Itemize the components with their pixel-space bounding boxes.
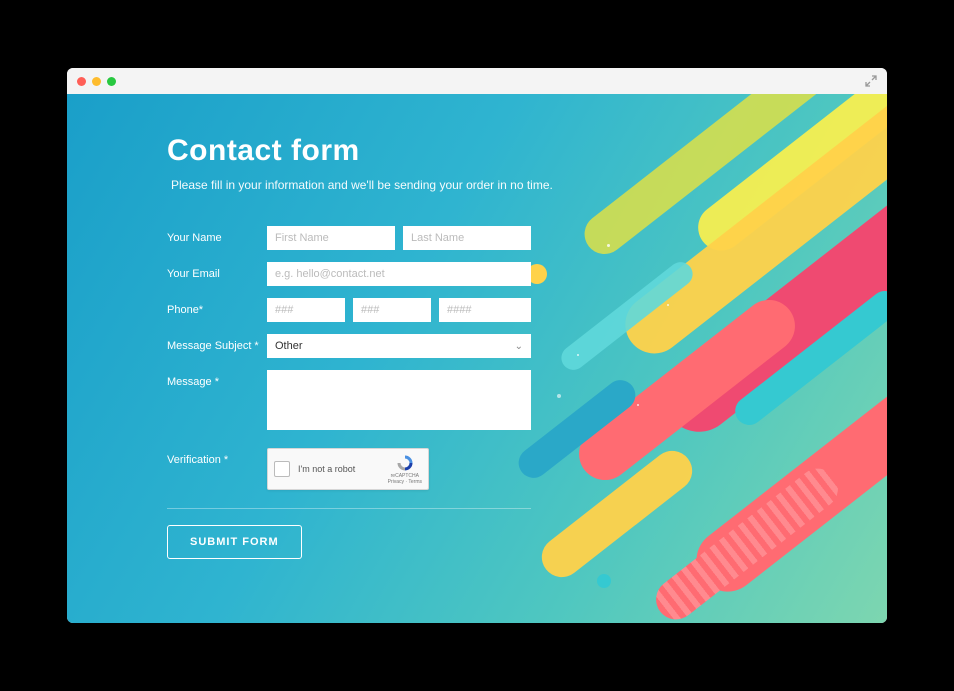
window-titlebar [67, 68, 887, 94]
recaptcha-badge: reCAPTCHA Privacy · Terms [388, 454, 422, 485]
subject-selected-value: Other [275, 340, 303, 352]
minimize-window-dot[interactable] [92, 77, 101, 86]
row-phone: Phone* [167, 298, 627, 322]
label-email: Your Email [167, 262, 267, 280]
expand-icon[interactable] [865, 75, 877, 87]
row-message: Message * [167, 370, 627, 430]
message-textarea[interactable] [267, 370, 531, 430]
contact-form: Contact form Please fill in your informa… [67, 94, 627, 559]
first-name-input[interactable] [267, 226, 395, 250]
recaptcha-text: I'm not a robot [298, 464, 380, 474]
label-message: Message * [167, 370, 267, 388]
label-name: Your Name [167, 226, 267, 244]
phone-line-input[interactable] [439, 298, 531, 322]
browser-window: Contact form Please fill in your informa… [67, 68, 887, 623]
submit-button[interactable]: SUBMIT FORM [167, 525, 302, 559]
page-subtitle: Please fill in your information and we'l… [167, 178, 627, 192]
traffic-lights [77, 77, 116, 86]
maximize-window-dot[interactable] [107, 77, 116, 86]
phone-area-input[interactable] [267, 298, 345, 322]
phone-prefix-input[interactable] [353, 298, 431, 322]
recaptcha-icon [396, 454, 414, 472]
page-title: Contact form [167, 134, 627, 168]
chevron-down-icon: ⌄ [515, 341, 523, 352]
label-subject: Message Subject * [167, 334, 267, 352]
close-window-dot[interactable] [77, 77, 86, 86]
subject-select[interactable]: Other ⌄ [267, 334, 531, 358]
form-divider [167, 508, 531, 509]
last-name-input[interactable] [403, 226, 531, 250]
recaptcha-widget[interactable]: I'm not a robot reCAPTCHA Privacy · Term… [267, 448, 429, 490]
row-email: Your Email [167, 262, 627, 286]
recaptcha-checkbox[interactable] [274, 461, 290, 477]
row-name: Your Name [167, 226, 627, 250]
email-input[interactable] [267, 262, 531, 286]
row-verification: Verification * I'm not a robot reCAPTCHA [167, 448, 627, 490]
label-verification: Verification * [167, 448, 267, 466]
page-content: Contact form Please fill in your informa… [67, 94, 887, 623]
label-phone: Phone* [167, 298, 267, 316]
row-subject: Message Subject * Other ⌄ [167, 334, 627, 358]
